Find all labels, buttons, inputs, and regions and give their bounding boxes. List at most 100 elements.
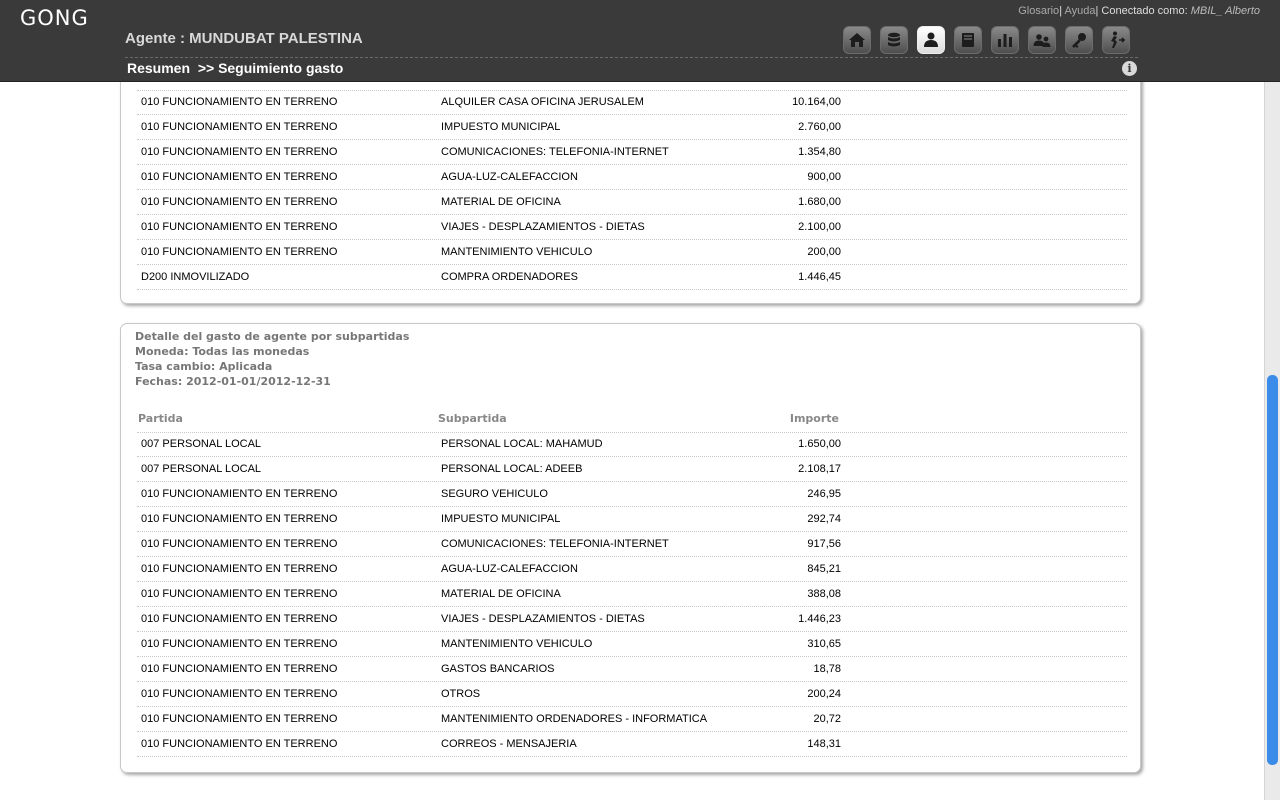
importe-cell: 1.354,80 <box>798 146 841 158</box>
database-icon[interactable] <box>880 26 908 54</box>
partida-cell: 010 FUNCIONAMIENTO EN TERRENO <box>141 246 338 258</box>
partida-cell: 010 FUNCIONAMIENTO EN TERRENO <box>141 588 338 600</box>
separator: | <box>1059 5 1063 17</box>
home-icon[interactable] <box>843 26 871 54</box>
table-row: 010 FUNCIONAMIENTO EN TERRENO AGUA-LUZ-CA… <box>137 165 1127 190</box>
breadcrumb-resumen[interactable]: Resumen <box>127 60 190 76</box>
importe-cell: 1.446,23 <box>798 613 841 625</box>
importe-cell: 246,95 <box>807 488 841 500</box>
moneda-label: Moneda: Todas las monedas <box>135 345 310 358</box>
subpartida-cell: IMPUESTO MUNICIPAL <box>441 513 561 525</box>
importe-cell: 2.760,00 <box>798 121 841 133</box>
importe-cell: 310,65 <box>807 638 841 650</box>
user-icon[interactable] <box>917 26 945 54</box>
table-row: 010 FUNCIONAMIENTO EN TERRENO IMPUESTO MU… <box>137 507 1127 532</box>
username: MBIL_ Alberto <box>1190 5 1260 17</box>
partida-cell: D200 INMOVILIZADO <box>141 271 250 283</box>
subpartida-cell: PERSONAL LOCAL: ADEEB <box>441 463 583 475</box>
breadcrumb-current: Seguimiento gasto <box>218 60 344 76</box>
subpartida-cell: MANTENIMIENTO ORDENADORES - INFORMATICA <box>441 713 708 725</box>
partida-cell: 010 FUNCIONAMIENTO EN TERRENO <box>141 121 338 133</box>
subpartida-cell: ALQUILER CASA OFICINA JERUSALEM <box>441 96 644 108</box>
partida-cell: 010 FUNCIONAMIENTO EN TERRENO <box>141 613 338 625</box>
subpartida-cell: AGUA-LUZ-CALEFACCION <box>441 171 578 183</box>
subpartida-cell: MANTENIMIENTO VEHICULO <box>441 246 593 258</box>
breadcrumb: Resumen >> Seguimiento gasto <box>127 60 343 76</box>
main-nav <box>843 26 1130 54</box>
importe-cell: 292,74 <box>807 513 841 525</box>
partida-cell: 010 FUNCIONAMIENTO EN TERRENO <box>141 171 338 183</box>
header-divider <box>125 57 1138 58</box>
subpartida-cell: MATERIAL DE OFICINA <box>441 196 561 208</box>
subpartida-cell: COMUNICACIONES: TELEFONIA-INTERNET <box>441 538 669 550</box>
ayuda-link[interactable]: Ayuda <box>1065 5 1096 17</box>
importe-cell: 1.680,00 <box>798 196 841 208</box>
table-row: 010 FUNCIONAMIENTO EN TERRENO CORREOS - M… <box>137 732 1127 757</box>
bar-chart-icon[interactable] <box>991 26 1019 54</box>
key-icon[interactable] <box>1065 26 1093 54</box>
table-row: 010 FUNCIONAMIENTO EN TERRENO OTROS 200,24 <box>137 682 1127 707</box>
scrollbar-thumb[interactable] <box>1267 375 1278 765</box>
subpartida-cell: MANTENIMIENTO VEHICULO <box>441 638 593 650</box>
partida-cell: 010 FUNCIONAMIENTO EN TERRENO <box>141 221 338 233</box>
book-icon[interactable] <box>954 26 982 54</box>
subpartida-cell: MATERIAL DE OFICINA <box>441 588 561 600</box>
subpartida-cell: VIAJES - DESPLAZAMIENTOS - DIETAS <box>441 221 645 233</box>
gong-logo[interactable]: GONG <box>20 6 89 30</box>
connected-as-label: Conectado como: <box>1101 5 1188 17</box>
column-header-importe: Importe <box>789 412 839 425</box>
partida-cell: 007 PERSONAL LOCAL <box>141 463 262 475</box>
table-row: 010 FUNCIONAMIENTO EN TERRENO COMUNICACIO… <box>137 140 1127 165</box>
users-icon[interactable] <box>1028 26 1056 54</box>
tasa-label: Tasa cambio: Aplicada <box>135 360 273 373</box>
importe-cell: 388,08 <box>807 588 841 600</box>
subpartida-cell: CORREOS - MENSAJERIA <box>441 738 577 750</box>
importe-cell: 1.650,00 <box>798 438 841 450</box>
importe-cell: 148,31 <box>807 738 841 750</box>
table-row: 010 FUNCIONAMIENTO EN TERRENO VIAJES - DE… <box>137 215 1127 240</box>
subpartida-cell: IMPUESTO MUNICIPAL <box>441 121 561 133</box>
partida-cell: 010 FUNCIONAMIENTO EN TERRENO <box>141 688 338 700</box>
table-row: 010 FUNCIONAMIENTO EN TERRENO MANTENIMIEN… <box>137 632 1127 657</box>
partida-cell: 010 FUNCIONAMIENTO EN TERRENO <box>141 638 338 650</box>
separator: | <box>1095 5 1099 17</box>
importe-cell: 20,72 <box>813 713 841 725</box>
info-icon[interactable]: i <box>1122 61 1137 76</box>
content-area: 010 FUNCIONAMIENTO EN TERRENO ALQUILER CA… <box>0 82 1264 800</box>
importe-cell: 200,24 <box>807 688 841 700</box>
fechas-label: Fechas: 2012-01-01/2012-12-31 <box>135 375 331 388</box>
breadcrumb-separator: >> <box>197 60 215 76</box>
glosario-link[interactable]: Glosario <box>1018 5 1059 17</box>
table-row: 010 FUNCIONAMIENTO EN TERRENO MATERIAL DE… <box>137 190 1127 215</box>
table-row: 010 FUNCIONAMIENTO EN TERRENO COMUNICACIO… <box>137 532 1127 557</box>
app-header: GONG Agente : MUNDUBAT PALESTINA Glosari… <box>0 0 1280 82</box>
subpartida-cell: COMPRA ORDENADORES <box>441 271 578 283</box>
subpartida-cell: PERSONAL LOCAL: MAHAMUD <box>441 438 603 450</box>
subpartida-cell: OTROS <box>441 688 481 700</box>
column-header-subpartida: Subpartida <box>438 412 507 425</box>
subpartida-cell: AGUA-LUZ-CALEFACCION <box>441 563 578 575</box>
partida-cell: 010 FUNCIONAMIENTO EN TERRENO <box>141 738 338 750</box>
importe-cell: 18,78 <box>813 663 841 675</box>
vertical-scrollbar[interactable] <box>1264 82 1280 800</box>
importe-cell: 2.108,17 <box>798 463 841 475</box>
importe-cell: 1.446,45 <box>798 271 841 283</box>
subpartida-cell: GASTOS BANCARIOS <box>441 663 555 675</box>
panel-detalle-subpartidas: Detalle del gasto de agente por subparti… <box>120 323 1141 773</box>
table-row: 010 FUNCIONAMIENTO EN TERRENO MATERIAL DE… <box>137 582 1127 607</box>
table-row: 010 FUNCIONAMIENTO EN TERRENO ALQUILER CA… <box>137 90 1127 115</box>
table-row: 010 FUNCIONAMIENTO EN TERRENO IMPUESTO MU… <box>137 115 1127 140</box>
table-row: D200 INMOVILIZADO COMPRA ORDENADORES 1.446… <box>137 265 1127 290</box>
table-row: 010 FUNCIONAMIENTO EN TERRENO SEGURO VEHI… <box>137 482 1127 507</box>
partida-cell: 010 FUNCIONAMIENTO EN TERRENO <box>141 96 338 108</box>
table-row: 010 FUNCIONAMIENTO EN TERRENO MANTENIMIEN… <box>137 707 1127 732</box>
partida-cell: 010 FUNCIONAMIENTO EN TERRENO <box>141 196 338 208</box>
subpartida-cell: SEGURO VEHICULO <box>441 488 548 500</box>
partida-cell: 010 FUNCIONAMIENTO EN TERRENO <box>141 713 338 725</box>
section-title: Detalle del gasto de agente por subparti… <box>135 330 410 343</box>
column-header-partida: Partida <box>138 412 183 425</box>
table-row: 007 PERSONAL LOCAL PERSONAL LOCAL: MAHAMU… <box>137 432 1127 457</box>
importe-cell: 2.100,00 <box>798 221 841 233</box>
partida-cell: 010 FUNCIONAMIENTO EN TERRENO <box>141 538 338 550</box>
logout-icon[interactable] <box>1102 26 1130 54</box>
